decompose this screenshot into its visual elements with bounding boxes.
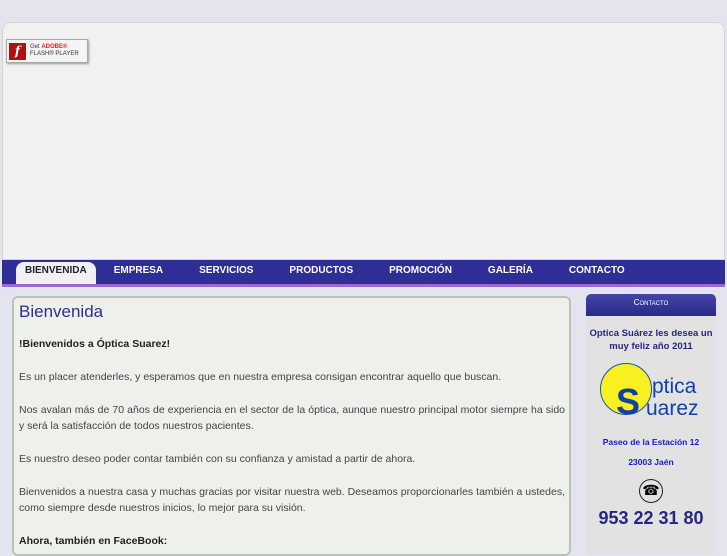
paragraph: Bienvenidos a nuestra casa y muchas grac… [19, 486, 565, 514]
get-flash-player-button[interactable]: f Get ADOBE® FLASH® PLAYER [6, 39, 88, 63]
flash-get: Get [30, 44, 40, 50]
logo-text: uarez [646, 397, 699, 420]
tab-empresa[interactable]: EMPRESA [96, 262, 181, 284]
contact-sidebar: Contacto Optica Suárez les desea un muy … [586, 294, 716, 554]
greeting: Optica Suárez les desea un muy feliz año… [589, 328, 713, 352]
phone-number: 953 22 31 80 [598, 508, 704, 528]
phone-icon: ☎ [639, 479, 663, 503]
optica-suarez-logo: S ptica uarez [586, 361, 716, 427]
tab-galeria[interactable]: GALERÍA [470, 262, 551, 284]
flash-brand: ADOBE® [41, 44, 68, 50]
city: 23003 Jaén [628, 457, 674, 467]
paragraph: Nos avalan más de 70 años de experiencia… [19, 404, 565, 432]
facebook-text: Ahora, también en FaceBook: [19, 535, 168, 547]
flash-label: FLASH® PLAYER [30, 51, 79, 57]
content-panel: Bienvenida !Bienvenidos a Óptica Suarez!… [12, 296, 571, 556]
main-nav: BIENVENIDA EMPRESA SERVICIOS PRODUCTOS P… [2, 260, 725, 287]
paragraph: Es un placer atenderles, y esperamos que… [19, 371, 502, 383]
paragraph: Es nuestro deseo poder contar también co… [19, 453, 416, 465]
header-banner: f Get ADOBE® FLASH® PLAYER [2, 22, 725, 260]
page-title: Bienvenida [19, 302, 104, 321]
tab-contacto[interactable]: CONTACTO [551, 262, 643, 284]
tab-servicios[interactable]: SERVICIOS [181, 262, 271, 284]
flash-icon: f [9, 42, 26, 60]
sidebar-header: Contacto [586, 294, 716, 316]
welcome-heading: !Bienvenidos a Óptica Suarez! [19, 338, 171, 350]
tab-productos[interactable]: PRODUCTOS [271, 262, 371, 284]
tab-promocion[interactable]: PROMOCIÓN [371, 262, 470, 284]
address: Paseo de la Estación 12 [602, 437, 700, 447]
tab-bienvenida[interactable]: BIENVENIDA [16, 262, 96, 284]
logo-text: ptica [652, 375, 697, 398]
